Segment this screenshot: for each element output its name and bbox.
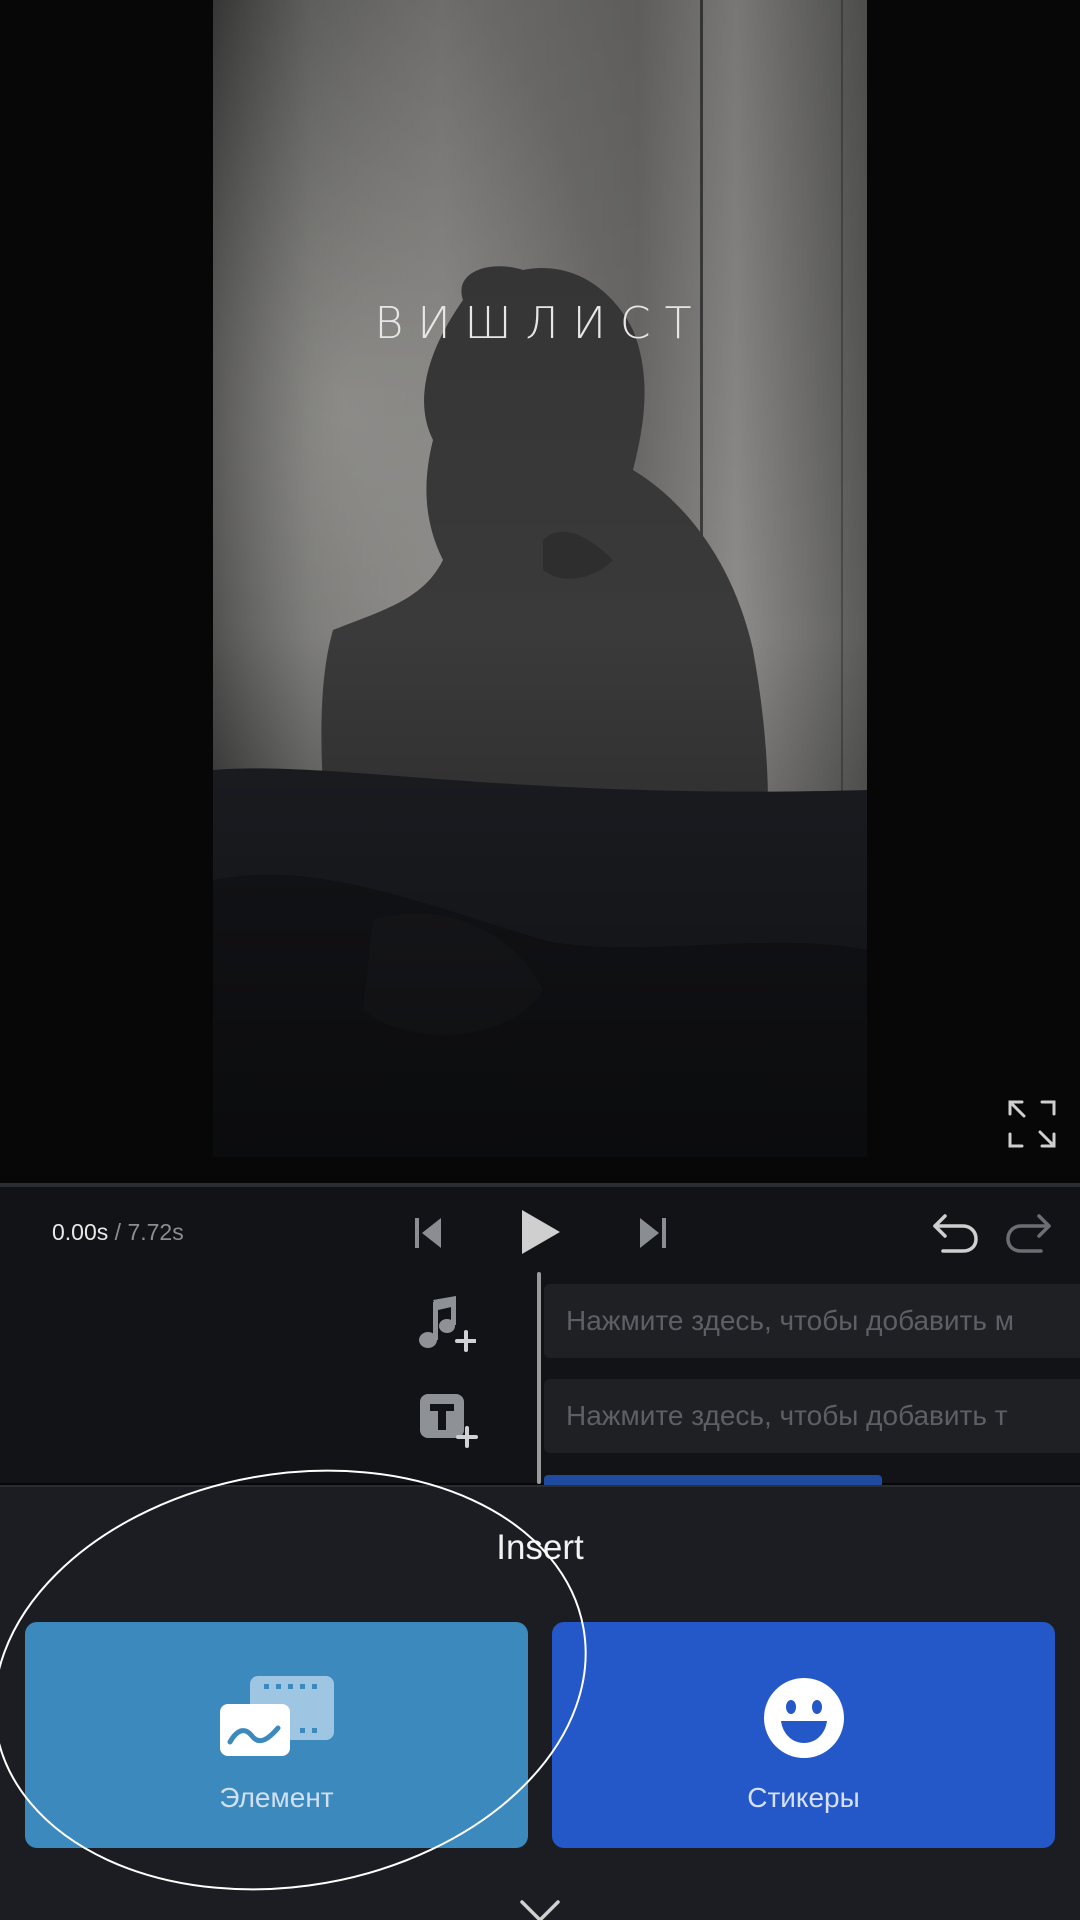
element-button[interactable]: Элемент (25, 1622, 528, 1848)
stickers-label: Стикеры (747, 1782, 860, 1813)
time-readout: 0.00s / 7.72s (52, 1219, 184, 1246)
music-track[interactable]: Нажмите здесь, чтобы добавить м (544, 1284, 1080, 1358)
video-image (213, 0, 867, 1157)
redo-icon[interactable] (1005, 1212, 1053, 1254)
close-icon[interactable] (518, 1898, 562, 1920)
play-icon[interactable] (518, 1207, 562, 1257)
media-element-icon (220, 1676, 334, 1756)
total-time: 7.72s (127, 1219, 184, 1245)
video-frame[interactable]: ВИШЛИСТ (213, 0, 867, 1157)
undo-icon[interactable] (931, 1212, 979, 1254)
element-label: Элемент (219, 1782, 334, 1813)
skip-back-icon[interactable] (413, 1215, 443, 1251)
add-text-icon[interactable] (418, 1392, 478, 1448)
skip-forward-icon[interactable] (638, 1215, 668, 1251)
add-music-icon[interactable] (416, 1296, 476, 1352)
expand-icon[interactable] (1006, 1098, 1058, 1150)
smiley-icon (764, 1678, 844, 1758)
current-time: 0.00s (52, 1219, 109, 1245)
stickers-button[interactable]: Стикеры (552, 1622, 1055, 1848)
video-text-overlay[interactable]: ВИШЛИСТ (213, 298, 867, 349)
time-separator: / (108, 1219, 128, 1245)
video-preview: ВИШЛИСТ (0, 0, 1080, 1183)
playhead[interactable] (537, 1272, 541, 1484)
sheet-title: Insert (496, 1528, 584, 1567)
text-track[interactable]: Нажмите здесь, чтобы добавить т (544, 1379, 1080, 1453)
